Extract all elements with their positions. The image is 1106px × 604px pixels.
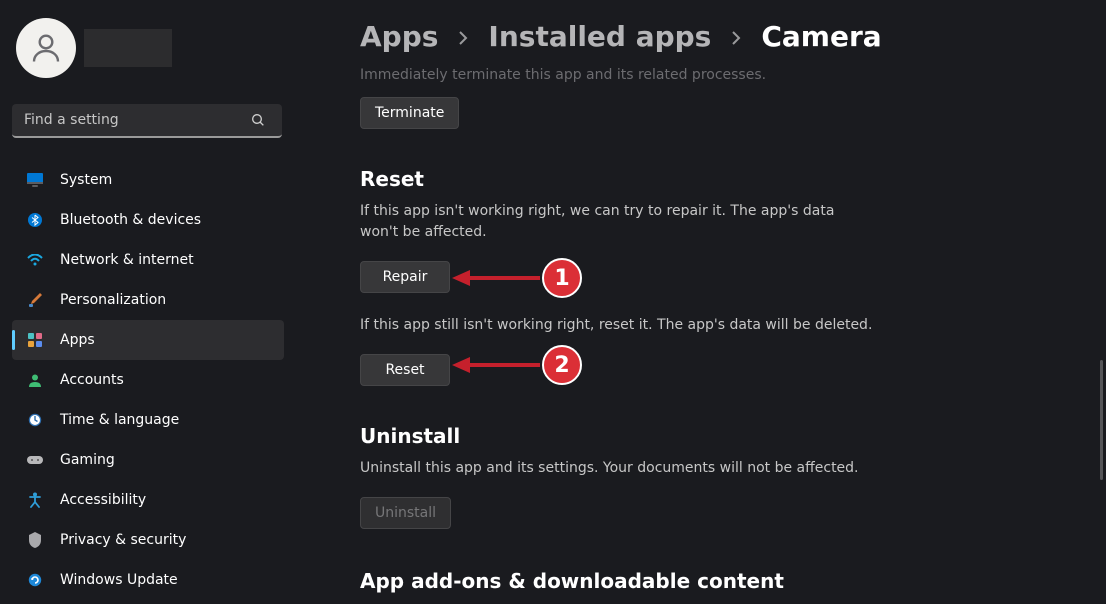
sidebar-item-privacy[interactable]: Privacy & security	[12, 520, 284, 560]
search-input[interactable]	[12, 104, 282, 138]
chevron-right-icon	[731, 20, 741, 53]
sidebar-item-bluetooth[interactable]: Bluetooth & devices	[12, 200, 284, 240]
breadcrumb: Apps Installed apps Camera	[360, 20, 1046, 53]
sidebar-item-apps[interactable]: Apps	[12, 320, 284, 360]
sidebar-item-personalization[interactable]: Personalization	[12, 280, 284, 320]
user-name-redacted	[84, 29, 172, 67]
clock-icon	[26, 411, 44, 429]
search-icon	[250, 112, 266, 132]
reset-button[interactable]: Reset	[360, 354, 450, 386]
accounts-icon	[26, 371, 44, 389]
bluetooth-icon	[26, 211, 44, 229]
sidebar-label: Personalization	[60, 292, 166, 308]
brush-icon	[26, 291, 44, 309]
sidebar-label: Time & language	[60, 412, 179, 428]
uninstall-desc: Uninstall this app and its settings. You…	[360, 458, 980, 479]
accessibility-icon	[26, 491, 44, 509]
breadcrumb-installed-apps[interactable]: Installed apps	[488, 20, 711, 53]
addons-heading: App add-ons & downloadable content	[360, 569, 1046, 593]
sidebar-label: Apps	[60, 332, 95, 348]
update-icon	[26, 571, 44, 589]
scrollbar-thumb[interactable]	[1100, 360, 1103, 480]
sidebar-label: Bluetooth & devices	[60, 212, 201, 228]
repair-desc: If this app isn't working right, we can …	[360, 201, 840, 243]
sidebar-label: Windows Update	[60, 572, 178, 588]
user-profile[interactable]	[12, 18, 288, 78]
system-icon	[26, 171, 44, 189]
sidebar-label: Privacy & security	[60, 532, 186, 548]
sidebar-item-time-language[interactable]: Time & language	[12, 400, 284, 440]
terminate-desc: Immediately terminate this app and its r…	[360, 67, 1046, 83]
sidebar-label: System	[60, 172, 112, 188]
chevron-right-icon	[458, 20, 468, 53]
uninstall-button: Uninstall	[360, 497, 451, 529]
wifi-icon	[26, 251, 44, 269]
sidebar-label: Network & internet	[60, 252, 194, 268]
terminate-button[interactable]: Terminate	[360, 97, 459, 129]
sidebar-label: Gaming	[60, 452, 115, 468]
gaming-icon	[26, 451, 44, 469]
sidebar-item-gaming[interactable]: Gaming	[12, 440, 284, 480]
search-box[interactable]	[12, 104, 288, 138]
apps-icon	[26, 331, 44, 349]
sidebar-item-system[interactable]: System	[12, 160, 284, 200]
reset-desc: If this app still isn't working right, r…	[360, 315, 980, 336]
page-title: Camera	[761, 20, 881, 53]
sidebar-item-accounts[interactable]: Accounts	[12, 360, 284, 400]
sidebar-item-accessibility[interactable]: Accessibility	[12, 480, 284, 520]
sidebar-label: Accessibility	[60, 492, 146, 508]
shield-icon	[26, 531, 44, 549]
avatar	[16, 18, 76, 78]
sidebar-item-network[interactable]: Network & internet	[12, 240, 284, 280]
repair-button[interactable]: Repair	[360, 261, 450, 293]
uninstall-heading: Uninstall	[360, 424, 1046, 448]
reset-heading: Reset	[360, 167, 1046, 191]
settings-nav: System Bluetooth & devices Network & int…	[12, 160, 284, 600]
sidebar-label: Accounts	[60, 372, 124, 388]
sidebar-item-windows-update[interactable]: Windows Update	[12, 560, 284, 600]
breadcrumb-apps[interactable]: Apps	[360, 20, 438, 53]
